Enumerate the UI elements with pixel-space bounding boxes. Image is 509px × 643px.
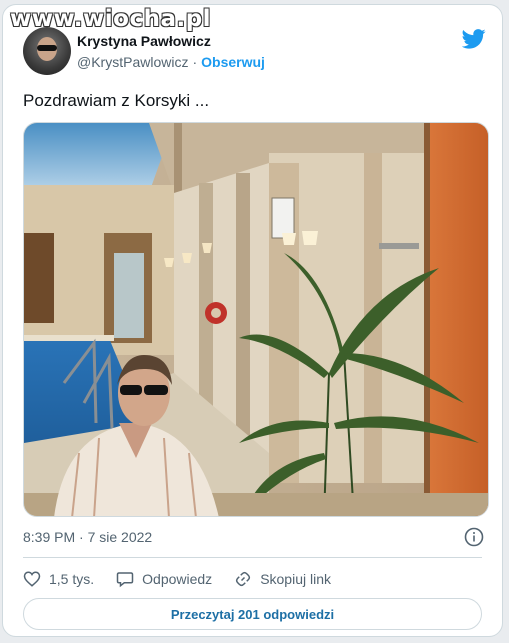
copy-link-button[interactable]: Skopiuj link <box>234 570 331 588</box>
author-name[interactable]: Krystyna Pawłowicz <box>77 33 211 49</box>
twitter-bird-icon[interactable] <box>462 29 486 49</box>
reply-bubble-icon <box>116 572 134 588</box>
tweet-text: Pozdrawiam z Korsyki ... <box>23 91 210 110</box>
tweet-card: Krystyna Pawłowicz @KrystPawlowicz · Obser… <box>2 4 503 637</box>
tweet-timestamp[interactable]: 8:39 PM · 7 sie 2022 <box>23 529 152 545</box>
copy-link-label: Skopiuj link <box>260 571 332 587</box>
photo-scene <box>24 123 488 516</box>
read-replies-button[interactable]: Przeczytaj 201 odpowiedzi <box>23 598 482 630</box>
action-bar: 1,5 tys. Odpowiedz Skopiuj link <box>23 568 353 590</box>
reply-button[interactable]: Odpowiedz <box>116 570 212 588</box>
heart-icon <box>23 571 41 587</box>
author-handle-row: @KrystPawlowicz · Obserwuj <box>77 54 265 70</box>
watermark: www.wiocha.pl <box>10 6 212 32</box>
link-icon <box>236 571 251 587</box>
like-button[interactable]: 1,5 tys. <box>23 570 94 588</box>
like-count: 1,5 tys. <box>49 571 95 587</box>
tweet-photo[interactable] <box>23 122 489 517</box>
divider <box>23 557 482 558</box>
separator-dot: · <box>192 54 198 70</box>
reply-label: Odpowiedz <box>142 571 213 587</box>
info-icon[interactable] <box>464 527 484 547</box>
follow-button[interactable]: Obserwuj <box>201 54 265 70</box>
author-handle[interactable]: @KrystPawlowicz <box>77 54 188 70</box>
avatar-sunglasses <box>37 45 57 51</box>
avatar[interactable] <box>23 27 71 75</box>
